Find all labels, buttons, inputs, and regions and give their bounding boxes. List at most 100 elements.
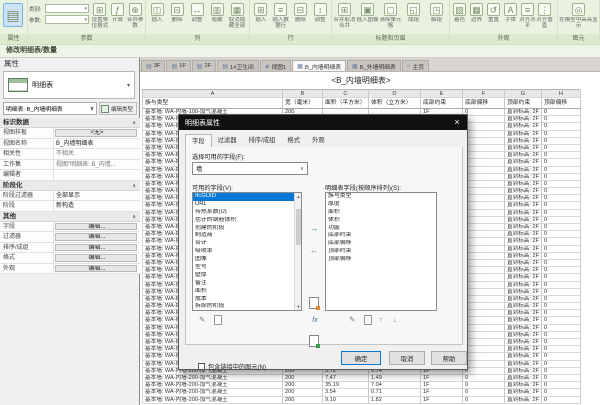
view-tab-3F[interactable]: ▤3F (141, 60, 165, 71)
list-item[interactable]: 拆除的阶段 (193, 303, 301, 311)
delete-field-icon[interactable] (214, 315, 222, 325)
list-item[interactable]: 型号 (193, 264, 301, 272)
scrollbar[interactable]: ▲ ▼ (294, 193, 301, 310)
cancel-button[interactable]: 取消 (389, 351, 425, 365)
list-item[interactable]: 体积 (326, 217, 436, 225)
计算-button[interactable]: ƒ计算 (109, 2, 127, 30)
list-item[interactable]: 创建的阶段 (193, 225, 301, 233)
合并取消合并-button[interactable]: ⊞合并取消合并 (333, 2, 356, 30)
成组-button[interactable]: ◱成组 (402, 2, 425, 30)
在模型中高亮显示-button[interactable]: ◎在模型中高亮显示 (559, 2, 598, 30)
ribbon-combo-box[interactable]: ▾ (45, 4, 89, 13)
ribbon-combo[interactable]: 类别:▾ (29, 4, 89, 13)
插入图像-button[interactable]: ▣插入图像 (356, 2, 379, 30)
property-value[interactable]: 编辑... (55, 233, 137, 241)
property-value[interactable]: 新构造 (54, 201, 140, 211)
合并参数-button[interactable]: ⊕合并参数 (126, 2, 144, 30)
section-header[interactable]: 其他∧ (0, 212, 140, 222)
new-parameter-icon[interactable] (309, 297, 319, 309)
view-tab-视图1[interactable]: ◈视图1 (260, 60, 291, 71)
move-down-icon[interactable]: ↓ (393, 315, 397, 324)
calculated-value-icon[interactable]: fx (307, 317, 323, 324)
view-tab-1F[interactable]: ▤1F (166, 60, 190, 71)
instance-selector[interactable]: 明细表: B_内墙明细表 ∨ (3, 102, 97, 115)
property-value[interactable]: B_内墙明细表 (54, 139, 140, 149)
对齐水平-button[interactable]: ≡对齐水平 (519, 2, 536, 30)
隐藏-button[interactable]: ▥隐藏 (207, 2, 227, 30)
重置-button[interactable]: ↺重置 (485, 2, 502, 30)
解组-button[interactable]: ◳解组 (425, 2, 448, 30)
设置单位格式-button[interactable]: ⊞设置单位格式 (91, 2, 109, 30)
list-item[interactable]: 顶部约束 (326, 248, 436, 256)
ok-button[interactable]: 确定 (341, 351, 381, 365)
property-value[interactable]: 编辑... (55, 223, 137, 231)
scroll-down-icon[interactable]: ▼ (295, 303, 302, 310)
dialog-tab-外观[interactable]: 外观 (306, 134, 331, 147)
view-tab-主页[interactable]: ⌂主页 (402, 60, 429, 71)
对齐垂直-button[interactable]: ⋮对齐垂直 (536, 2, 553, 30)
property-value[interactable]: 编辑... (55, 265, 137, 273)
close-icon[interactable]: × (447, 115, 467, 130)
section-header[interactable]: 标识数据∧ (0, 118, 140, 128)
add-field-icon[interactable]: → (306, 223, 322, 235)
list-item[interactable]: 面积 (326, 209, 436, 217)
调整-button[interactable]: ↕调整 (310, 2, 330, 30)
property-value[interactable] (54, 170, 140, 180)
schedule-row[interactable]: 基本墙: WA-内墙-200-加气混凝土2009.101.821F0直到标高: … (142, 397, 580, 404)
list-item[interactable]: 壁厚 (193, 272, 301, 280)
property-value[interactable]: <无> (55, 129, 137, 137)
着色-button[interactable]: ▨着色 (451, 2, 468, 30)
view-tab-B_内墙明细表[interactable]: ▦B_内墙明细表 (292, 60, 346, 71)
property-value[interactable]: 编辑... (55, 254, 137, 262)
字体-button[interactable]: A字体 (502, 2, 519, 30)
available-fields-list[interactable]: IfcGUIDURL传热系数(U)估计的钢筋体积创建的阶段制造商合计吸收率图像型… (192, 192, 302, 311)
list-item[interactable]: 成本 (193, 296, 301, 304)
type-selector[interactable]: 明细表 ▾ (3, 71, 135, 99)
property-value[interactable]: 全部显示 (54, 191, 140, 201)
scrollbar-thumb[interactable] (296, 209, 301, 245)
dialog-tab-排序/成组[interactable]: 排序/成组 (242, 134, 281, 147)
category-select[interactable]: 墙 ∨ (192, 162, 308, 175)
插入-button[interactable]: ◫插入 (147, 2, 167, 30)
scheduled-fields-list[interactable]: 族与类型厚度面积体积功能底部约束底部偏移顶部约束顶部偏移 (325, 192, 437, 311)
ribbon-combo-box[interactable]: ▾ (45, 15, 89, 24)
scroll-up-icon[interactable]: ▲ (295, 193, 302, 200)
dialog-tab-格式[interactable]: 格式 (281, 134, 306, 147)
list-item[interactable]: URL (193, 201, 301, 209)
插入-button[interactable]: ⊞插入 (251, 2, 271, 30)
edit-scheduled-field-icon[interactable]: ✎ (349, 315, 355, 324)
dialog-tab-字段[interactable]: 字段 (185, 134, 212, 148)
list-item[interactable]: 传热系数(U) (193, 209, 301, 217)
delete-scheduled-field-icon[interactable] (364, 315, 372, 325)
help-button[interactable]: 帮助 (431, 351, 467, 365)
清除单元格-button[interactable]: ▢清除单元格 (379, 2, 402, 30)
combine-parameters-icon[interactable] (309, 335, 319, 347)
删除-button[interactable]: ⊟删除 (167, 2, 187, 30)
list-item[interactable]: 底部约束 (326, 232, 436, 240)
边界-button[interactable]: ▦边界 (468, 2, 485, 30)
view-tab-1#卫生间[interactable]: ▤1#卫生间 (217, 60, 259, 71)
调整-button[interactable]: ↔调整 (187, 2, 207, 30)
list-item[interactable]: 面积 (193, 288, 301, 296)
删除-button[interactable]: ⊟删除 (291, 2, 311, 30)
property-value[interactable]: 视图"明细表: B_内墙... (54, 160, 140, 170)
list-item[interactable]: 功能 (326, 225, 436, 233)
取消隐藏全部-button[interactable]: ▦取消隐藏全部 (227, 2, 247, 30)
list-item[interactable]: 制造商 (193, 232, 301, 240)
schedule-row[interactable]: 基本墙: WA-内墙-200-加气混凝土2007.471.491F0直到标高: … (142, 375, 580, 382)
ribbon-combo[interactable]: 参数:▾ (29, 15, 89, 24)
property-value[interactable]: 编辑... (55, 244, 137, 252)
list-item[interactable]: 顶部偏移 (326, 256, 436, 264)
list-item[interactable]: 备注 (193, 280, 301, 288)
list-item[interactable]: 吸收率 (193, 248, 301, 256)
list-item[interactable]: 族与类型 (326, 193, 436, 201)
edit-type-button[interactable]: 编辑类型 (99, 102, 137, 115)
list-item[interactable]: 底部偏移 (326, 240, 436, 248)
属性-button[interactable]: ▤ (1, 2, 25, 28)
插入数据行-button[interactable]: ≡插入数据行 (271, 2, 291, 30)
section-header[interactable]: 阶段化∧ (0, 181, 140, 191)
property-value[interactable]: 不相关 (54, 149, 140, 159)
schedule-row[interactable]: 基本墙: WA-内墙-200-加气混凝土2003.540.711F0直到标高: … (142, 389, 580, 396)
list-item[interactable]: 厚度 (326, 201, 436, 209)
list-item[interactable]: 图像 (193, 256, 301, 264)
